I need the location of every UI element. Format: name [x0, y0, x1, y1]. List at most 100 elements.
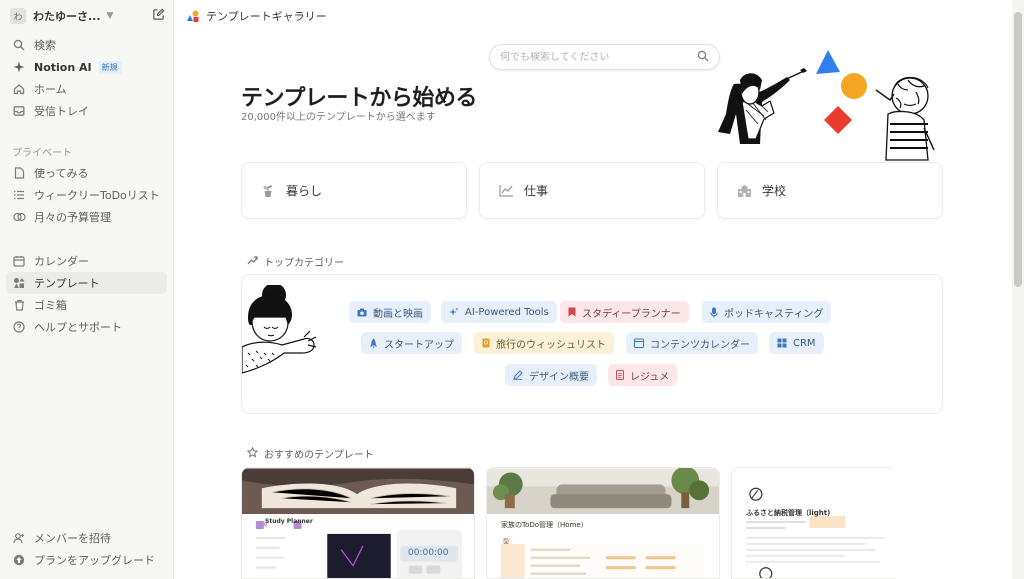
- category-label: 仕事: [524, 184, 549, 198]
- workspace-name: わたゆーさ...: [33, 10, 101, 23]
- sidebar-item-calendar[interactable]: カレンダー: [6, 250, 167, 272]
- coins-icon: [12, 210, 26, 224]
- bookmark-icon: [568, 307, 576, 317]
- chip-label: コンテンツカレンダー: [650, 339, 750, 351]
- search-icon: [12, 38, 26, 52]
- search-icon[interactable]: [697, 50, 709, 65]
- rocket-icon: [369, 338, 378, 349]
- template-card-study-planner[interactable]: 🐰 Study Planner 00:00:00: [241, 467, 475, 579]
- private-section-label[interactable]: プライベート: [0, 140, 173, 162]
- category-label: 学校: [762, 184, 787, 198]
- sidebar-item-label: メンバーを招待: [34, 532, 111, 545]
- topbar: テンプレートギャラリー: [174, 0, 1012, 32]
- sidebar-item-getting-started[interactable]: 使ってみる: [6, 162, 167, 184]
- document-icon: [616, 370, 624, 380]
- grid-icon: [777, 338, 787, 348]
- upgrade-icon: [12, 553, 26, 567]
- shapes-icon: [12, 276, 26, 290]
- help-icon: [12, 320, 26, 334]
- list-icon: [12, 188, 26, 202]
- timer-display: 00:00:00: [408, 548, 449, 558]
- sidebar-item-help[interactable]: ヘルプとサポート: [6, 316, 167, 338]
- chip-label: 旅行のウィッシュリスト: [496, 339, 606, 351]
- workspace-switcher[interactable]: わ わたゆーさ... ▼: [0, 0, 173, 32]
- calendar-icon: [12, 254, 26, 268]
- sidebar-item-label: 検索: [34, 39, 56, 52]
- camera-icon: [357, 308, 367, 317]
- top-categories-heading: トップカテゴリー: [247, 254, 344, 269]
- category-card-school[interactable]: 学校: [717, 162, 943, 219]
- search-input[interactable]: [500, 51, 697, 63]
- chip-crm[interactable]: CRM: [769, 332, 824, 354]
- sidebar-item-templates[interactable]: テンプレート: [6, 272, 167, 294]
- sidebar-item-label: ホーム: [34, 83, 67, 96]
- chip-travel-wishlist[interactable]: 旅行のウィッシュリスト: [474, 332, 614, 354]
- topcat-illustration: [241, 283, 322, 385]
- passport-icon: [482, 338, 490, 348]
- chip-content-calendar[interactable]: コンテンツカレンダー: [626, 332, 758, 354]
- chart-icon: [498, 183, 514, 199]
- category-card-work[interactable]: 仕事: [479, 162, 705, 219]
- template-card-family-todo[interactable]: 🏠 家族のToDo管理（Home）: [486, 467, 720, 579]
- sidebar-item-notion-ai[interactable]: Notion AI 新規: [6, 56, 167, 78]
- sidebar-item-invite-members[interactable]: メンバーを招待: [6, 527, 167, 549]
- trash-icon: [12, 298, 26, 312]
- sidebar-item-budget[interactable]: 月々の予算管理: [6, 206, 167, 228]
- chevron-down-icon: ▼: [106, 11, 114, 21]
- sidebar-item-label: プランをアップグレード: [34, 554, 155, 567]
- recommended-heading: おすすめのテンプレート: [246, 446, 374, 461]
- sidebar-item-label: 使ってみる: [34, 167, 89, 180]
- sidebar-item-search[interactable]: 検索: [6, 34, 167, 56]
- sidebar-item-label: カレンダー: [34, 255, 89, 268]
- sidebar-item-inbox[interactable]: 受信トレイ: [6, 100, 167, 122]
- sparkle-icon: [449, 307, 459, 317]
- template-gallery-icon: [186, 9, 200, 23]
- category-card-life[interactable]: 暮らし: [241, 162, 467, 219]
- home-icon: [12, 82, 26, 96]
- sidebar-item-weekly-todo[interactable]: ウィークリーToDoリスト: [6, 184, 167, 206]
- template-title: 家族のToDo管理（Home）: [501, 521, 588, 529]
- sidebar-item-home[interactable]: ホーム: [6, 78, 167, 100]
- template-preview-image: [732, 468, 896, 578]
- trending-icon: [247, 255, 258, 268]
- chip-label: 動画と映画: [373, 308, 423, 320]
- template-card-furusato-tax[interactable]: ふるさと納税管理（light): [731, 467, 896, 579]
- sidebar-item-label: ヘルプとサポート: [34, 321, 122, 334]
- sidebar-item-trash[interactable]: ゴミ箱: [6, 294, 167, 316]
- chip-label: スタディープランナー: [582, 308, 681, 320]
- compose-icon[interactable]: [152, 8, 165, 24]
- sidebar-item-label: ウィークリーToDoリスト: [34, 189, 160, 202]
- scrollbar[interactable]: [1012, 0, 1024, 579]
- mic-icon: [710, 307, 718, 318]
- workspace-avatar: わ: [10, 8, 26, 24]
- page-subtitle: 20,000件以上のテンプレートから選べます: [241, 112, 436, 123]
- chip-label: ポッドキャスティング: [724, 308, 824, 320]
- pen-icon: [513, 370, 523, 380]
- chip-label: CRM: [793, 337, 816, 349]
- chip-startup[interactable]: スタートアップ: [361, 332, 462, 354]
- chip-ai-powered-tools[interactable]: AI-Powered Tools: [441, 301, 557, 323]
- chip-label: スタートアップ: [384, 339, 454, 351]
- category-label: 暮らし: [286, 184, 323, 198]
- breadcrumb[interactable]: テンプレートギャラリー: [206, 8, 327, 24]
- chip-label: レジュメ: [630, 371, 670, 383]
- chip-design-brief[interactable]: デザイン概要: [505, 364, 597, 386]
- sidebar-item-upgrade-plan[interactable]: プランをアップグレード: [6, 549, 167, 571]
- chip-label: デザイン概要: [529, 371, 589, 383]
- chip-podcasting[interactable]: ポッドキャスティング: [702, 301, 832, 323]
- add-member-icon: [12, 531, 26, 545]
- sidebar-item-label: 月々の予算管理: [34, 211, 111, 224]
- chip-study-planner[interactable]: スタディープランナー: [560, 301, 689, 323]
- sidebar-item-label: テンプレート: [34, 277, 100, 290]
- hero-illustration: [712, 44, 942, 164]
- scrollbar-thumb[interactable]: [1014, 12, 1022, 287]
- sidebar: わ わたゆーさ... ▼ 検索 Notion AI 新規 ホーム 受信トレイ プ…: [0, 0, 174, 579]
- inbox-icon: [12, 104, 26, 118]
- template-search[interactable]: [489, 44, 720, 70]
- sidebar-item-label: Notion AI: [34, 60, 92, 74]
- plant-icon: [260, 183, 276, 199]
- chip-video-film[interactable]: 動画と映画: [349, 301, 431, 323]
- chip-label: AI-Powered Tools: [465, 306, 549, 318]
- school-icon: [736, 183, 752, 199]
- chip-resume[interactable]: レジュメ: [608, 364, 678, 386]
